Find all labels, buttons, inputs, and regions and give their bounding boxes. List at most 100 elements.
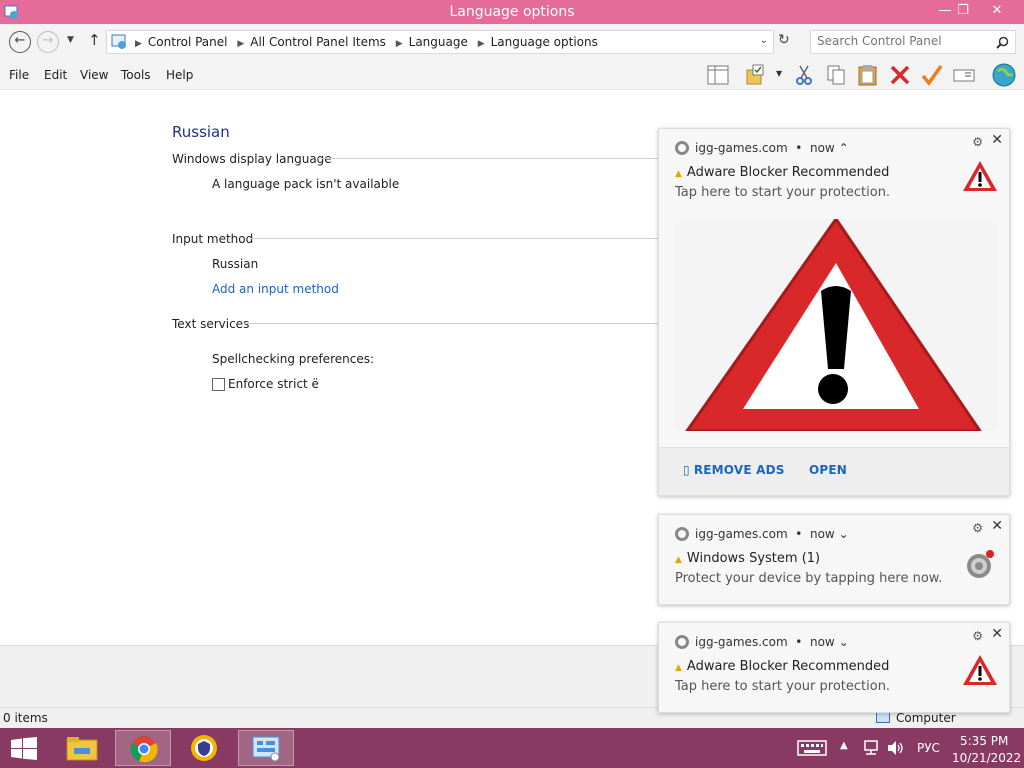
keyboard-icon[interactable] [797, 740, 827, 756]
shield-icon [191, 735, 217, 761]
up-arrow-icon: ↑ [88, 31, 101, 49]
chrome-icon [675, 635, 689, 649]
paste-icon[interactable] [856, 63, 880, 87]
copy-icon[interactable] [824, 63, 848, 87]
menu-help[interactable]: Help [166, 68, 193, 82]
address-box[interactable]: ▶ Control Panel ▶ All Control Panel Items … [106, 30, 774, 54]
control-panel-icon [111, 34, 126, 49]
notification-card[interactable]: igg-games.com • now ⌄ ⚙ ✕ ▲ Adware Blocke… [658, 622, 1010, 713]
close-icon[interactable]: ✕ [991, 626, 1003, 642]
breadcrumb-language[interactable]: Language [409, 35, 468, 49]
notification-title: ▲ Windows System (1) [675, 551, 821, 566]
close-icon[interactable]: ✕ [991, 132, 1003, 148]
gear-icon[interactable]: ⚙ [972, 629, 983, 643]
section-divider [318, 158, 658, 159]
windows-start-icon[interactable] [10, 737, 38, 761]
address-dropdown[interactable]: ⌄ [760, 35, 768, 46]
close-window-button[interactable]: ✕ [980, 0, 1014, 22]
remove-ads-button[interactable]: ▯ REMOVE ADS [683, 463, 785, 477]
warning-triangle-icon [963, 655, 997, 685]
chrome-icon [130, 736, 158, 763]
search-icon[interactable] [996, 36, 1009, 49]
taskbar-control-panel[interactable] [238, 730, 294, 766]
settings-gear-icon [967, 550, 994, 578]
notification-title: ▲ Adware Blocker Recommended [675, 659, 890, 674]
notification-source: igg-games.com • now ⌄ [675, 635, 849, 649]
search-box[interactable] [810, 30, 1016, 54]
breadcrumb-all-items[interactable]: All Control Panel Items [250, 35, 386, 49]
notification-body: Tap here to start your protection. [675, 185, 891, 200]
enforce-strict-label[interactable]: Enforce strict ё [228, 377, 319, 391]
folder-options-dropdown[interactable]: ▼ [776, 69, 782, 78]
taskbar-file-explorer[interactable] [54, 730, 110, 766]
chevron-down-icon[interactable]: ⌄ [839, 635, 849, 649]
section-divider [244, 323, 658, 324]
notification-source: igg-games.com • now ⌄ [675, 527, 849, 541]
breadcrumb: ▶ Control Panel ▶ All Control Panel Items … [135, 35, 598, 49]
cut-icon[interactable] [792, 63, 816, 87]
forward-button[interactable]: → [37, 31, 59, 53]
checkmark-icon[interactable] [920, 63, 944, 87]
clock-date[interactable]: 10/21/2022 [952, 751, 1021, 765]
refresh-button[interactable]: ↻ [778, 32, 790, 48]
notification-actions: ▯ REMOVE ADS OPEN [659, 447, 1009, 495]
section-input-method: Input method [172, 232, 254, 246]
add-input-method-link[interactable]: Add an input method [212, 282, 339, 296]
menu-view[interactable]: View [80, 68, 108, 82]
close-icon[interactable]: ✕ [991, 518, 1003, 534]
input-method-name: Russian [212, 257, 259, 271]
gear-icon[interactable]: ⚙ [972, 135, 983, 149]
warning-triangle-icon [963, 161, 997, 191]
warning-icon: ▲ [675, 169, 682, 179]
enforce-strict-checkbox[interactable] [212, 378, 225, 391]
recent-locations-dropdown[interactable]: ▼ [67, 35, 74, 45]
chevron-down-icon[interactable]: ⌄ [839, 527, 849, 541]
back-arrow-icon: ← [14, 33, 26, 48]
delete-icon[interactable] [888, 63, 912, 87]
menu-tools[interactable]: Tools [121, 68, 151, 82]
gear-icon[interactable]: ⚙ [972, 521, 983, 535]
back-button[interactable]: ← [9, 31, 31, 53]
network-icon[interactable] [862, 740, 880, 756]
menu-bar: File Edit View Tools Help ▼ [0, 60, 1024, 90]
maximize-button[interactable]: ❐ [948, 0, 978, 22]
notification-title: ▲ Adware Blocker Recommended [675, 165, 890, 180]
notification-body: Protect your device by tapping here now. [675, 571, 943, 586]
section-text-services: Text services [172, 317, 250, 331]
display-language-status: A language pack isn't available [212, 177, 400, 191]
search-input[interactable] [817, 34, 987, 48]
computer-label: Computer [896, 711, 956, 725]
chevron-up-icon[interactable]: ⌃ [839, 141, 849, 155]
file-explorer-icon [66, 737, 98, 761]
notification-card[interactable]: igg-games.com • now ⌄ ⚙ ✕ ▲ Windows Syste… [658, 514, 1010, 605]
warning-icon: ▲ [675, 663, 682, 673]
menu-file[interactable]: File [9, 68, 29, 82]
input-language-indicator[interactable]: РУС [917, 741, 940, 755]
rename-icon[interactable] [952, 63, 976, 87]
globe-icon[interactable] [990, 61, 1018, 89]
window-title: Language options [449, 4, 575, 20]
chrome-icon [675, 141, 689, 155]
taskbar: ▲ РУС 5:35 PM 10/21/2022 [0, 728, 1024, 768]
folder-options-icon[interactable] [744, 63, 768, 87]
notification-image[interactable] [675, 216, 997, 433]
open-button[interactable]: OPEN [809, 463, 847, 477]
computer-icon [876, 712, 890, 723]
taskbar-chrome[interactable] [115, 730, 171, 766]
warning-icon: ▲ [675, 555, 682, 565]
breadcrumb-control-panel[interactable]: Control Panel [148, 35, 228, 49]
show-hidden-icons-button[interactable]: ▲ [840, 740, 848, 751]
forward-arrow-icon: → [42, 33, 54, 48]
item-count: 0 items [3, 711, 48, 725]
menu-edit[interactable]: Edit [44, 68, 67, 82]
section-divider [250, 238, 658, 239]
breadcrumb-language-options[interactable]: Language options [491, 35, 598, 49]
refresh-icon: ↻ [778, 32, 790, 48]
layout-pane-icon[interactable] [706, 63, 730, 87]
taskbar-security-app[interactable] [176, 730, 232, 766]
speaker-icon[interactable] [886, 740, 904, 756]
clock-time[interactable]: 5:35 PM [960, 734, 1008, 748]
up-button[interactable]: ↑ [88, 31, 101, 49]
spellchecking-label: Spellchecking preferences: [212, 352, 374, 366]
notification-card[interactable]: igg-games.com • now ⌃ ⚙ ✕ ▲ Adware Blocke… [658, 128, 1010, 496]
